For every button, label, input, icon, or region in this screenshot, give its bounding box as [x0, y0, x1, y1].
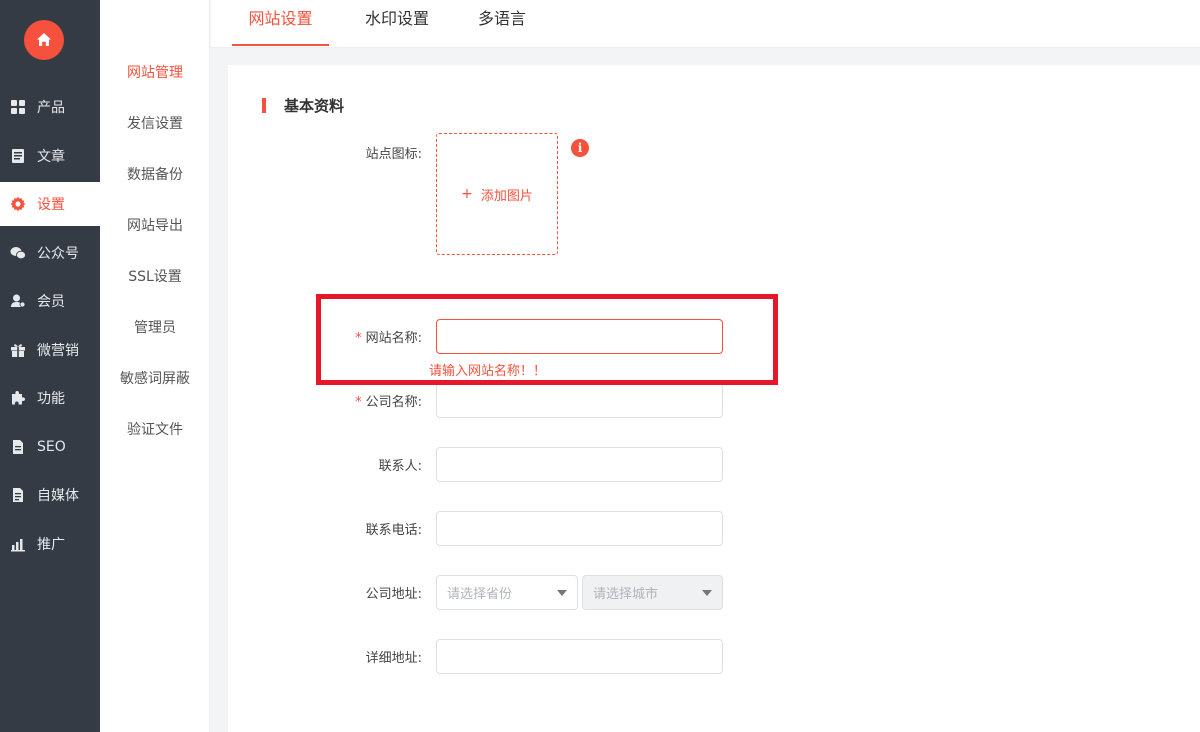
city-select-placeholder: 请选择城市 [593, 587, 659, 602]
settings-submenu: 网站管理 发信设置 数据备份 网站导出 SSL设置 管理员 敏感词屏蔽 验证文件 [100, 0, 210, 732]
submenu-item-administrators[interactable]: 管理员 [100, 317, 210, 337]
chart-icon [10, 536, 26, 552]
phone-input[interactable] [436, 511, 723, 546]
company-name-label: * 公司名称: [336, 391, 422, 410]
sidebar-item-wechat[interactable]: 公众号 [0, 231, 100, 275]
tab-site-settings[interactable]: 网站设置 [232, 0, 329, 46]
main-sidebar: 产品 文章 设置 公众号 会员 微营销 功能 SEO 自媒体 推广 [0, 0, 100, 732]
company-name-input[interactable] [436, 383, 723, 418]
grid-icon [10, 99, 26, 115]
add-image-upload[interactable]: + 添加图片 [436, 133, 558, 255]
document-icon [10, 148, 26, 164]
submenu-item-ssl-settings[interactable]: SSL设置 [100, 266, 210, 286]
submenu-item-site-management[interactable]: 网站管理 [100, 62, 210, 82]
sidebar-item-label: 设置 [37, 197, 65, 213]
phone-label: 联系电话: [365, 523, 422, 538]
address-label: 公司地址: [365, 587, 422, 602]
home-icon[interactable] [24, 20, 64, 60]
city-select[interactable]: 请选择城市 [582, 575, 723, 610]
chevron-down-icon [702, 590, 712, 596]
sidebar-item-label: 产品 [37, 100, 65, 116]
chevron-down-icon [557, 590, 567, 596]
sidebar-item-label: 推广 [37, 537, 65, 553]
sidebar-item-members[interactable]: 会员 [0, 279, 100, 323]
contact-input[interactable] [436, 447, 723, 482]
submenu-item-site-export[interactable]: 网站导出 [100, 215, 210, 235]
submenu-item-sensitive-words[interactable]: 敏感词屏蔽 [100, 368, 210, 388]
gear-icon [10, 196, 26, 212]
sidebar-item-products[interactable]: 产品 [0, 85, 100, 129]
sidebar-item-label: SEO [37, 439, 66, 455]
submenu-item-verification-file[interactable]: 验证文件 [100, 419, 210, 439]
sidebar-item-label: 公众号 [37, 246, 79, 262]
sidebar-item-settings[interactable]: 设置 [0, 182, 100, 226]
province-select-placeholder: 请选择省份 [447, 587, 513, 602]
submenu-item-data-backup[interactable]: 数据备份 [100, 164, 210, 184]
puzzle-icon [10, 390, 26, 406]
section-title: 基本资料 [262, 95, 344, 116]
sidebar-item-label: 文章 [37, 149, 65, 165]
media-file-icon [10, 487, 26, 503]
site-icon-label: 站点图标: [365, 147, 422, 162]
submenu-item-mail-settings[interactable]: 发信设置 [100, 113, 210, 133]
sidebar-item-label: 会员 [37, 294, 65, 310]
sidebar-item-label: 微营销 [37, 343, 79, 359]
gift-icon [10, 342, 26, 358]
contact-label: 联系人: [378, 459, 422, 474]
detail-address-input[interactable] [436, 639, 723, 674]
sidebar-item-label: 自媒体 [37, 488, 79, 504]
sidebar-item-promotion[interactable]: 推广 [0, 522, 100, 566]
sidebar-item-features[interactable]: 功能 [0, 376, 100, 420]
annotation-highlight-box [316, 294, 778, 385]
section-title-marker [262, 98, 266, 113]
sidebar-item-label: 功能 [37, 391, 65, 407]
tab-watermark-settings[interactable]: 水印设置 [352, 0, 442, 46]
settings-tabs: 网站设置 水印设置 多语言 [211, 0, 1200, 48]
tab-multilanguage[interactable]: 多语言 [466, 0, 538, 46]
company-name-label-text: 公司名称: [365, 395, 422, 410]
sidebar-item-articles[interactable]: 文章 [0, 134, 100, 178]
section-title-text: 基本资料 [284, 97, 345, 115]
add-image-label: 添加图片 [480, 188, 533, 204]
sidebar-item-marketing[interactable]: 微营销 [0, 328, 100, 372]
user-icon [10, 293, 26, 309]
province-select[interactable]: 请选择省份 [436, 575, 578, 610]
basic-info-panel: 基本资料 站点图标: + 添加图片 i * 网站名称: 请输入网站名称！！ * 公司… [228, 65, 1200, 732]
wechat-icon [10, 245, 26, 261]
info-icon[interactable]: i [571, 139, 589, 157]
plus-icon: + [461, 186, 473, 202]
detail-address-label: 详细地址: [365, 651, 422, 666]
sidebar-item-seo[interactable]: SEO [0, 425, 100, 469]
required-marker: * [355, 395, 362, 410]
seo-file-icon [10, 439, 26, 455]
sidebar-item-media[interactable]: 自媒体 [0, 473, 100, 517]
